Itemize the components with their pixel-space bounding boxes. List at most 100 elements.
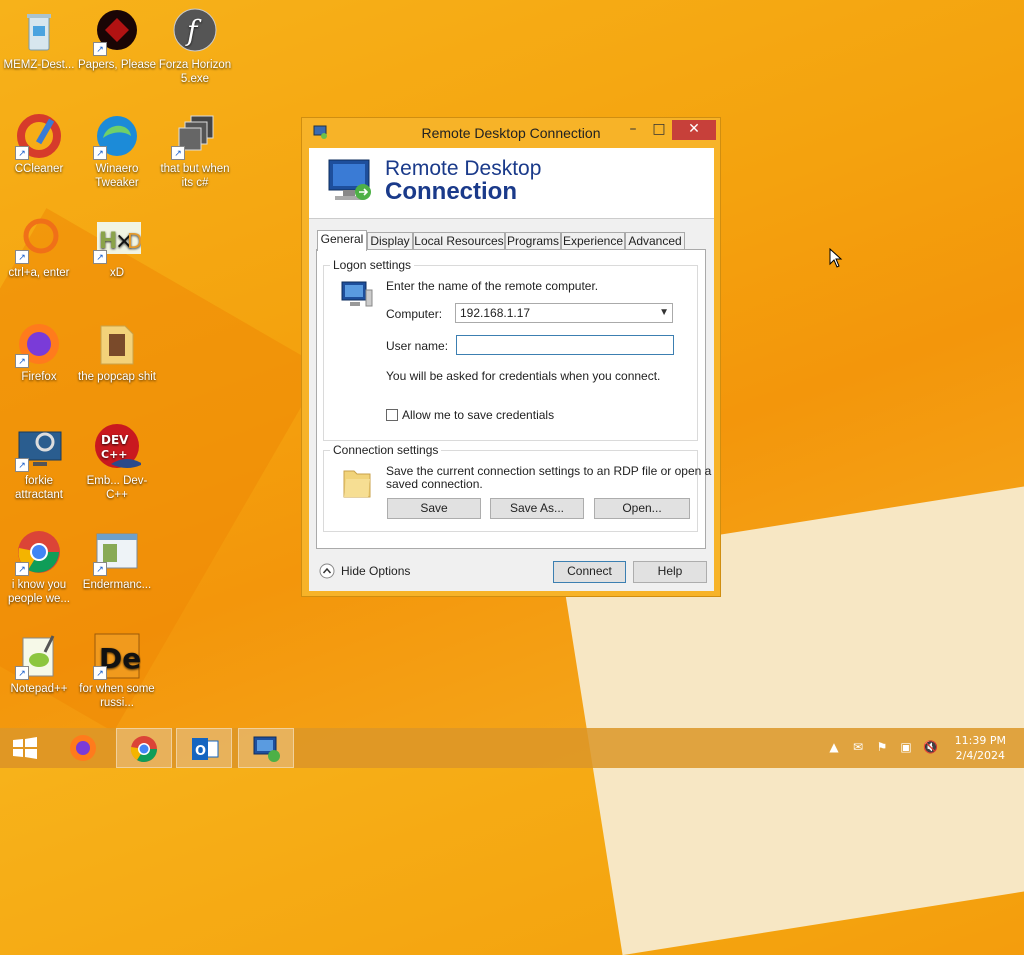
taskbar-firefox[interactable]: [56, 728, 112, 768]
desktop-icon-label: ctrl+a, enter: [8, 267, 70, 279]
taskbar-chrome[interactable]: [116, 728, 172, 768]
desktop-icon-ccleaner[interactable]: ↗ CCleaner: [0, 112, 78, 176]
start-icon: [13, 737, 37, 759]
hide-options-link[interactable]: Hide Options: [341, 564, 410, 578]
desktop-icon-csharp[interactable]: ↗ that but when its c#: [156, 112, 234, 190]
tab-display[interactable]: Display: [367, 232, 413, 250]
start-button[interactable]: [0, 728, 50, 768]
shortcut-arrow-icon: ↗: [93, 42, 107, 56]
notepadpp-icon: ↗: [15, 632, 63, 680]
shortcut-arrow-icon: ↗: [15, 458, 29, 472]
save-as-button[interactable]: Save As...: [490, 498, 584, 519]
desktop-icon-xd[interactable]: H × D ↗ xD: [78, 216, 156, 280]
logon-settings-group: Logon settings Enter the name of the rem…: [323, 258, 698, 441]
help-button[interactable]: Help: [633, 561, 707, 583]
devcpp-icon: DEV C++: [93, 424, 143, 472]
clock-date: 2/4/2024: [955, 749, 1006, 762]
ccleaner-icon: ↗: [15, 112, 63, 160]
logon-settings-heading: Logon settings: [330, 258, 415, 272]
desktop-icon-label: Emb... Dev-C++: [86, 475, 148, 501]
computer-combobox[interactable]: 192.168.1.17 ▼: [455, 303, 673, 323]
desktop-icon-endermanch[interactable]: ↗ Endermanc...: [78, 528, 156, 592]
recycle-bin-icon: [15, 8, 63, 56]
banner-line2: Connection: [385, 178, 517, 205]
tab-programs[interactable]: Programs: [505, 232, 561, 250]
desktop-icon-label: MEMZ-Dest...: [3, 59, 75, 71]
svg-text:O: O: [195, 744, 206, 759]
desktop-icon-forkie[interactable]: ↗ forkie attractant: [0, 424, 78, 502]
tab-local-resources[interactable]: Local Resources: [413, 232, 505, 250]
computer-value: 192.168.1.17: [460, 306, 531, 320]
desktop-icon-popcap[interactable]: the popcap shit: [78, 320, 156, 384]
computer-label: Computer:: [386, 307, 443, 321]
minimize-button[interactable]: –: [620, 120, 646, 140]
tab-general[interactable]: General: [317, 230, 367, 251]
desktop-icon-label: Firefox: [21, 371, 57, 383]
desktop-icon-forza[interactable]: f Forza Horizon 5.exe: [156, 8, 234, 86]
taskbar-remote-desktop[interactable]: [238, 728, 294, 768]
desktop-icon-ctrl-a[interactable]: ↗ ctrl+a, enter: [0, 216, 78, 280]
maximize-button[interactable]: □: [646, 120, 672, 140]
window-client: Remote Desktop Connection General Displa…: [309, 148, 714, 591]
firefox-icon: ↗: [15, 320, 63, 368]
clock-time: 11:39 PM: [954, 734, 1006, 747]
shortcut-arrow-icon: ↗: [15, 666, 29, 680]
desktop-icon-notepadpp[interactable]: ↗ Notepad++: [0, 632, 78, 696]
mouse-cursor-icon: [829, 248, 843, 268]
desktop-icon-russian[interactable]: De ↗ for when some russi...: [78, 632, 156, 710]
desktop-icon-label: Endermanc...: [82, 579, 152, 591]
general-tab-panel: Logon settings Enter the name of the rem…: [316, 249, 711, 549]
chrome-icon: [130, 736, 158, 763]
title-bar[interactable]: Remote Desktop Connection – □ ✕: [302, 118, 720, 148]
open-button[interactable]: Open...: [594, 498, 690, 519]
svg-text:D: D: [127, 229, 141, 253]
desktop-icon-papers-please[interactable]: ↗ Papers, Please: [78, 8, 156, 72]
shortcut-arrow-icon: ↗: [15, 562, 29, 576]
folder-icon: [343, 470, 371, 498]
papers-please-icon: ↗: [93, 8, 141, 56]
desktop-icon-recycle-bin[interactable]: MEMZ-Dest...: [0, 8, 78, 72]
remote-desktop-icon: [253, 736, 280, 762]
action-center-flag-icon[interactable]: ⚑: [875, 740, 889, 754]
desktop[interactable]: { "desktop": { "icons": [ {"label": "MEM…: [0, 0, 1024, 955]
chevron-up-icon[interactable]: [319, 563, 335, 579]
tab-experience[interactable]: Experience: [561, 232, 625, 250]
hxd-icon: H × D ↗: [93, 216, 142, 264]
desktop-icon-firefox[interactable]: ↗ Firefox: [0, 320, 78, 384]
taskbar-outlook[interactable]: O: [176, 728, 232, 768]
desktop-icon-label: CCleaner: [14, 163, 64, 175]
remote-desktop-window[interactable]: Remote Desktop Connection – □ ✕ Remote D…: [301, 117, 721, 597]
clock[interactable]: 11:39 PM 2/4/2024: [955, 733, 1006, 763]
desktop-icon-label: the popcap shit: [78, 371, 157, 383]
volume-muted-icon[interactable]: 🔇: [923, 740, 938, 754]
username-input[interactable]: [456, 335, 674, 355]
save-credentials-checkbox[interactable]: [386, 409, 398, 421]
network-icon[interactable]: ▣: [899, 740, 913, 754]
chevron-down-icon[interactable]: ▼: [659, 304, 669, 322]
desktop-icon-label: Papers, Please: [78, 59, 156, 71]
shortcut-arrow-icon: ↗: [93, 250, 107, 264]
shortcut-arrow-icon: ↗: [15, 146, 29, 160]
svg-text:C++: C++: [101, 448, 128, 461]
banner: Remote Desktop Connection: [309, 148, 714, 219]
tray-overflow-icon[interactable]: ▲: [827, 740, 841, 754]
shortcut-arrow-icon: ↗: [93, 562, 107, 576]
de-icon: De ↗: [93, 632, 141, 680]
tab-advanced[interactable]: Advanced: [625, 232, 685, 250]
desktop-icon-winaero[interactable]: ↗ Winaero Tweaker: [78, 112, 156, 190]
connection-settings-heading: Connection settings: [330, 443, 442, 457]
close-button[interactable]: ✕: [672, 120, 716, 140]
flash-icon: f: [171, 8, 219, 56]
taskbar: O ▲ ✉ ⚑ ▣ 🔇 11:39 PM 2/4/2024: [0, 728, 1024, 768]
desktop-icon-chrome[interactable]: ↗ i know you people we...: [0, 528, 78, 606]
desktop-icon-devcpp[interactable]: DEV C++ Emb... Dev-C++: [78, 424, 156, 502]
save-button[interactable]: Save: [387, 498, 481, 519]
save-credentials-label[interactable]: Allow me to save credentials: [402, 408, 554, 422]
connection-settings-group: Connection settings Save the current con…: [323, 443, 711, 532]
connect-button[interactable]: Connect: [553, 561, 626, 583]
computer-icon: [341, 281, 373, 307]
tray-outlook-icon[interactable]: ✉: [851, 740, 865, 754]
window-icon: ↗: [93, 528, 141, 576]
desktop-icon-label: for when some russi...: [79, 683, 155, 709]
desktop-icon-label: forkie attractant: [15, 475, 63, 501]
